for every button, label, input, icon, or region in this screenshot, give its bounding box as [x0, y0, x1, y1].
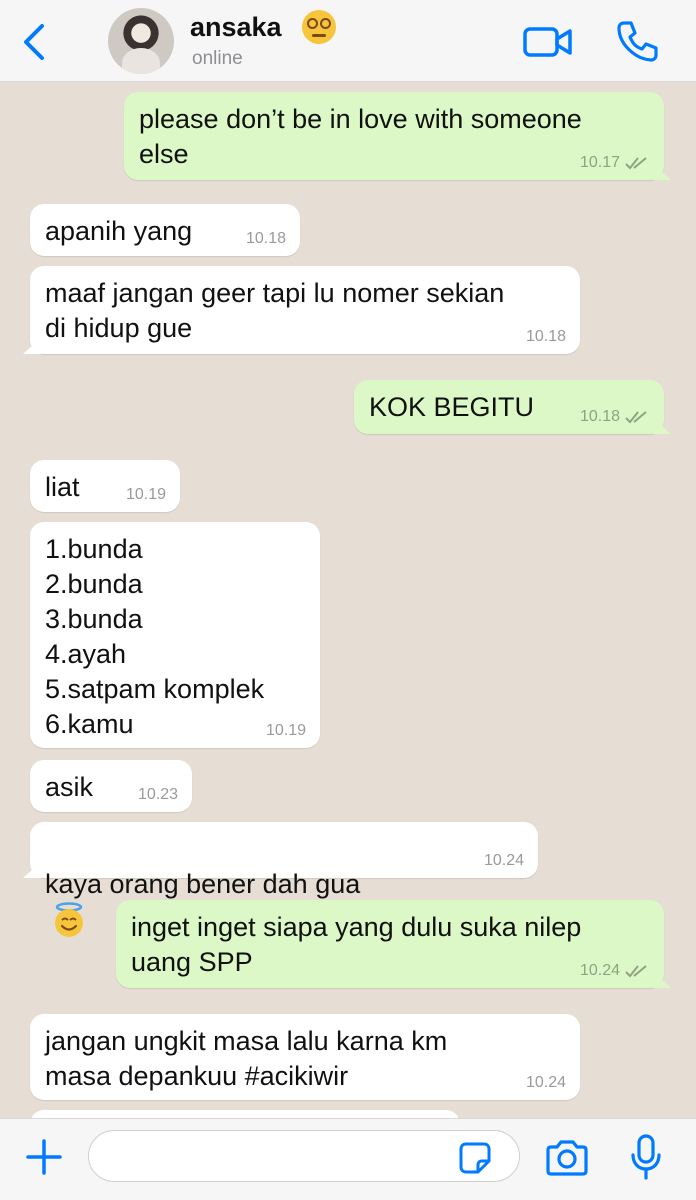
voice-call-button[interactable] — [614, 18, 660, 64]
message-time: 10.18 — [525, 328, 566, 345]
message-time: 10.24 — [525, 1074, 566, 1091]
microphone-icon — [631, 1134, 661, 1180]
message-meta: 10.24 — [484, 852, 524, 870]
message-text: apanih yang — [45, 216, 193, 246]
message-meta: 10.18 — [246, 230, 286, 248]
message-time: 10.18 — [245, 230, 286, 247]
message-text: please don’t be in love with someone els… — [139, 104, 582, 169]
camera-icon — [546, 1140, 588, 1176]
message-incoming[interactable]: kaya orang bener dah gua 10.24 — [23, 822, 538, 937]
attach-button[interactable] — [24, 1137, 64, 1177]
message-time: 10.19 — [265, 722, 306, 739]
double-check-icon — [625, 965, 647, 978]
message-meta: 10.17 — [580, 154, 650, 172]
message-text: liat — [45, 472, 80, 502]
message-time: 10.19 — [125, 486, 166, 503]
message-meta: 10.23 — [138, 786, 178, 804]
message-meta: 10.24 — [580, 962, 650, 980]
message-incoming[interactable]: asik 10.23 — [30, 760, 192, 812]
message-incoming[interactable]: liat 10.19 — [30, 460, 180, 512]
bubble-tail — [653, 418, 671, 434]
double-check-icon — [625, 411, 647, 424]
bubble-tail — [23, 862, 41, 878]
sticker-button[interactable] — [458, 1141, 492, 1175]
plus-icon — [26, 1139, 62, 1175]
message-incoming[interactable]: maaf jangan geer tapi lu nomer sekian di… — [23, 266, 580, 354]
phone-icon — [617, 21, 658, 62]
message-outgoing[interactable]: inget inget siapa yang dulu suka nilep u… — [116, 900, 671, 988]
message-text: jangan ungkit masa lalu karna km masa de… — [45, 1026, 448, 1091]
bubble-tail — [653, 972, 671, 988]
camera-button[interactable] — [544, 1139, 590, 1177]
contact-name[interactable]: ansaka — [190, 12, 282, 43]
message-meta: 10.18 — [580, 408, 650, 426]
message-time: 10.24 — [579, 962, 620, 979]
message-meta: 10.24 — [526, 1074, 566, 1092]
message-meta: 10.19 — [126, 486, 166, 504]
message-text-content: kaya orang bener dah gua — [45, 869, 361, 899]
message-time: 10.23 — [137, 786, 178, 803]
composer-bar — [0, 1118, 696, 1200]
chat-area[interactable]: please don’t be in love with someone els… — [0, 82, 696, 1118]
chevron-left-icon — [24, 24, 44, 60]
message-outgoing[interactable]: KOK BEGITU 10.18 — [354, 380, 671, 434]
dizzy-face-emoji — [302, 10, 336, 44]
message-text: 1.bunda 2.bunda 3.bunda 4.ayah 5.satpam … — [45, 534, 265, 739]
chat-header: ansaka online — [0, 0, 696, 82]
message-incoming[interactable]: 1.bunda 2.bunda 3.bunda 4.ayah 5.satpam … — [30, 522, 320, 748]
video-call-icon — [523, 27, 572, 57]
message-text: KOK BEGITU — [369, 392, 535, 422]
contact-status: online — [192, 48, 243, 69]
message-outgoing[interactable]: please don’t be in love with someone els… — [124, 92, 671, 180]
bubble-tail — [23, 338, 41, 354]
message-incoming-partial[interactable] — [30, 1110, 460, 1118]
message-text: maaf jangan geer tapi lu nomer sekian di… — [45, 278, 505, 343]
message-time: 10.17 — [579, 154, 620, 171]
video-call-button[interactable] — [522, 22, 574, 62]
message-meta: 10.19 — [266, 722, 306, 740]
back-button[interactable] — [18, 22, 52, 62]
message-time: 10.24 — [483, 852, 524, 869]
microphone-button[interactable] — [630, 1133, 662, 1181]
smiling-face-with-halo-emoji — [55, 902, 83, 937]
message-time: 10.18 — [579, 408, 620, 425]
message-input[interactable] — [88, 1130, 520, 1182]
message-incoming[interactable]: apanih yang 10.18 — [30, 204, 300, 256]
message-meta: 10.18 — [526, 328, 566, 346]
message-text: asik — [45, 772, 94, 802]
contact-avatar[interactable] — [108, 8, 174, 74]
message-incoming[interactable]: jangan ungkit masa lalu karna km masa de… — [30, 1014, 580, 1100]
message-text: inget inget siapa yang dulu suka nilep u… — [131, 912, 582, 977]
double-check-icon — [625, 157, 647, 170]
sticker-icon — [459, 1142, 491, 1174]
bubble-tail — [653, 164, 671, 180]
